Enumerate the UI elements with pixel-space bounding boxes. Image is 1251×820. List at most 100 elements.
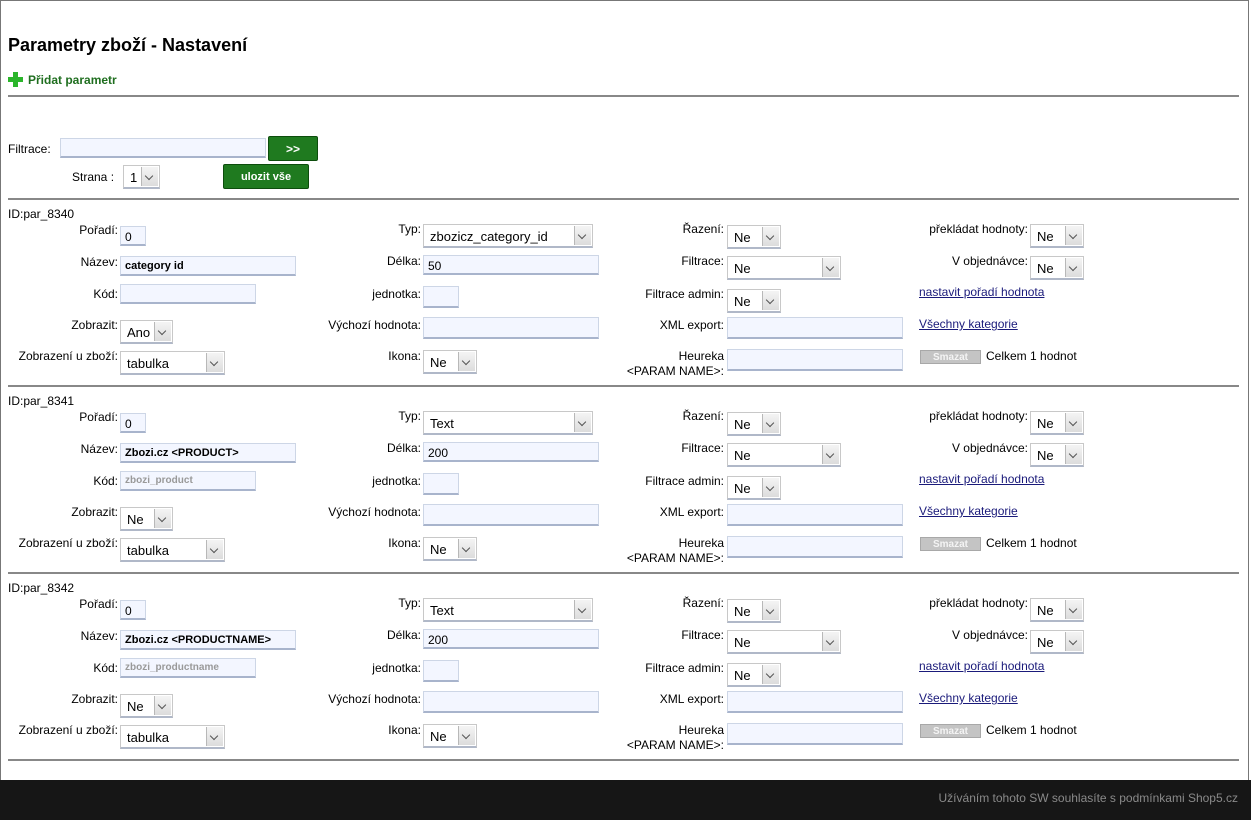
zobrazit-select-value: Ano [127, 325, 151, 340]
poradi-input[interactable]: 0 [120, 226, 146, 246]
vychozi-hodnota-label: Výchozí hodnota: [328, 692, 421, 706]
ikona-select[interactable]: Ne [423, 537, 477, 561]
delete-button[interactable]: Smazat [920, 724, 981, 738]
add-param-link[interactable]: Přidat parametr [8, 72, 117, 87]
xml-export-input[interactable] [727, 504, 903, 526]
xml-export-input[interactable] [727, 691, 903, 713]
jednotka-input[interactable] [423, 660, 459, 682]
razeni-select[interactable]: Ne [727, 412, 781, 436]
zobrazeni-select[interactable]: tabulka [120, 725, 225, 749]
param-id: ID:par_8340 [8, 207, 75, 221]
typ-label: Typ: [398, 409, 421, 423]
heureka-input[interactable] [727, 349, 903, 371]
poradi-input[interactable]: 0 [120, 413, 146, 433]
zobrazeni-select-value: tabulka [127, 730, 169, 745]
filtrace-admin-select[interactable]: Ne [727, 289, 781, 313]
filtrace-admin-select[interactable]: Ne [727, 476, 781, 500]
filtrace-admin-select-value: Ne [734, 668, 751, 683]
param-id: ID:par_8341 [8, 394, 75, 408]
delete-button[interactable]: Smazat [920, 537, 981, 551]
heureka-param-name-label: <PARAM NAME>: [626, 738, 724, 752]
prekladat-select[interactable]: Ne [1030, 598, 1084, 622]
typ-select[interactable]: Text [423, 411, 593, 435]
all-categories-link[interactable]: Všechny kategorie [919, 504, 1018, 518]
jednotka-label: jednotka: [372, 661, 421, 675]
heureka-param-name-label: <PARAM NAME>: [626, 364, 724, 378]
filtrace-select[interactable]: Ne [727, 443, 841, 467]
zobrazeni-u-zbozi-label: Zobrazení u zboží: [18, 349, 118, 363]
razeni-select-value: Ne [734, 417, 751, 432]
kod-input[interactable]: zbozi_productname [120, 658, 256, 678]
chevron-down-icon [206, 540, 223, 559]
filtrace-label: Filtrace: [681, 254, 724, 268]
heureka-input[interactable] [727, 536, 903, 558]
filtrace-select[interactable]: Ne [727, 630, 841, 654]
razeni-select[interactable]: Ne [727, 599, 781, 623]
chevron-down-icon [1065, 258, 1082, 277]
zobrazeni-select[interactable]: tabulka [120, 351, 225, 375]
prekladat-select[interactable]: Ne [1030, 411, 1084, 435]
razeni-select-value: Ne [734, 604, 751, 619]
chevron-down-icon [154, 509, 171, 528]
chevron-down-icon [458, 726, 475, 745]
filtrace-admin-select-value: Ne [734, 294, 751, 309]
filter-input[interactable] [60, 138, 266, 158]
filtrace-select-value: Ne [734, 261, 751, 276]
save-all-button[interactable]: ulozit vše [223, 164, 309, 189]
jednotka-label: jednotka: [372, 287, 421, 301]
typ-select[interactable]: Text [423, 598, 593, 622]
v-objednavce-select[interactable]: Ne [1030, 443, 1084, 467]
typ-select[interactable]: zbozicz_category_id [423, 224, 593, 248]
chevron-down-icon [1065, 600, 1082, 619]
delka-input[interactable]: 200 [423, 629, 599, 649]
kod-input[interactable] [120, 284, 256, 304]
v-objednavce-label: V objednávce: [951, 628, 1028, 642]
ikona-select[interactable]: Ne [423, 724, 477, 748]
all-categories-link[interactable]: Všechny kategorie [919, 691, 1018, 705]
zobrazit-label: Zobrazit: [71, 505, 118, 519]
ikona-select-value: Ne [430, 729, 447, 744]
zobrazit-select[interactable]: Ano [120, 320, 173, 344]
prekladat-select-value: Ne [1037, 229, 1054, 244]
prekladat-select[interactable]: Ne [1030, 224, 1084, 248]
zobrazeni-select[interactable]: tabulka [120, 538, 225, 562]
razeni-select[interactable]: Ne [727, 225, 781, 249]
zobrazeni-select-value: tabulka [127, 543, 169, 558]
values-count: Celkem 1 hodnot [986, 723, 1077, 737]
page-label: Strana : [72, 170, 115, 184]
page-select[interactable]: 1 [123, 165, 160, 189]
nazev-input[interactable]: category id [120, 256, 296, 276]
poradi-input[interactable]: 0 [120, 600, 146, 620]
nazev-input[interactable]: Zbozi.cz <PRODUCTNAME> [120, 630, 296, 650]
set-order-link[interactable]: nastavit pořadí hodnota [919, 472, 1044, 486]
v-objednavce-select[interactable]: Ne [1030, 256, 1084, 280]
v-objednavce-select[interactable]: Ne [1030, 630, 1084, 654]
filtrace-admin-select[interactable]: Ne [727, 663, 781, 687]
vychozi-hodnota-input[interactable] [423, 691, 599, 713]
zobrazit-select[interactable]: Ne [120, 507, 173, 531]
nazev-input[interactable]: Zbozi.cz <PRODUCT> [120, 443, 296, 463]
filtrace-select[interactable]: Ne [727, 256, 841, 280]
heureka-input[interactable] [727, 723, 903, 745]
xml-export-input[interactable] [727, 317, 903, 339]
filter-go-button[interactable]: >> [268, 136, 318, 161]
set-order-link[interactable]: nastavit pořadí hodnota [919, 285, 1044, 299]
chevron-down-icon [1065, 632, 1082, 651]
kod-input[interactable]: zbozi_product [120, 471, 256, 491]
all-categories-link[interactable]: Všechny kategorie [919, 317, 1018, 331]
filtrace-label: Filtrace: [681, 628, 724, 642]
delete-button[interactable]: Smazat [920, 350, 981, 364]
v-objednavce-label: V objednávce: [951, 441, 1028, 455]
zobrazit-select[interactable]: Ne [120, 694, 173, 718]
ikona-select[interactable]: Ne [423, 350, 477, 374]
set-order-link[interactable]: nastavit pořadí hodnota [919, 659, 1044, 673]
jednotka-input[interactable] [423, 286, 459, 308]
vychozi-hodnota-input[interactable] [423, 317, 599, 339]
delka-input[interactable]: 200 [423, 442, 599, 462]
plus-icon [8, 72, 23, 87]
delka-input[interactable]: 50 [423, 255, 599, 275]
v-objednavce-select-value: Ne [1037, 261, 1054, 276]
jednotka-input[interactable] [423, 473, 459, 495]
vychozi-hodnota-input[interactable] [423, 504, 599, 526]
typ-select-value: Text [430, 416, 454, 431]
